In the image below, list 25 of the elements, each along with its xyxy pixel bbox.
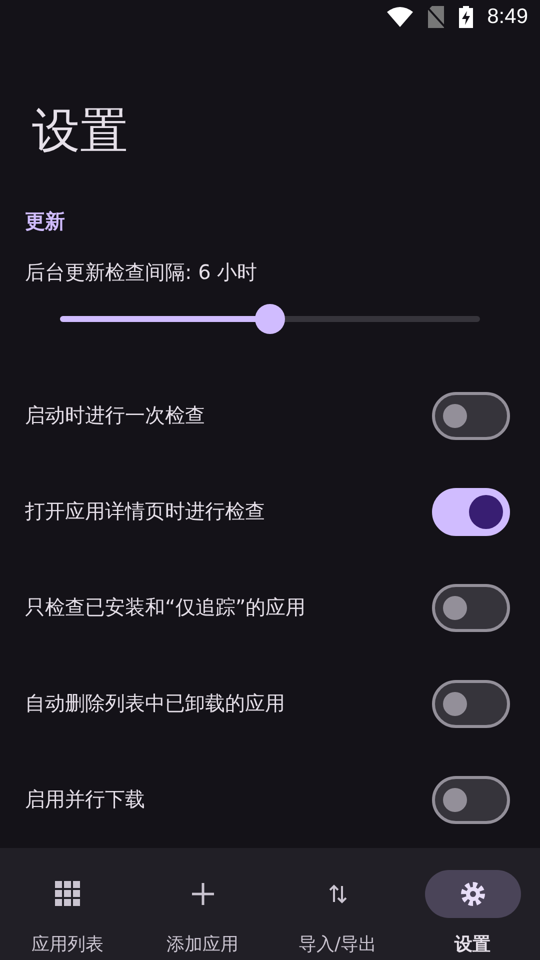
setting-label: 打开应用详情页时进行检查 <box>25 498 265 526</box>
add-icon <box>190 882 214 906</box>
clock: 8:49 <box>487 4 528 29</box>
grid-icon <box>54 880 80 907</box>
setting-label: 启动时进行一次检查 <box>25 402 205 430</box>
toggle-switch[interactable] <box>432 584 510 632</box>
slider-label: 后台更新检查间隔: 6 小时 <box>25 258 258 286</box>
slider-thumb[interactable] <box>255 304 285 334</box>
nav-tab[interactable]: 添加应用 <box>135 848 270 960</box>
nav-tab[interactable]: 导入/导出 <box>270 848 405 960</box>
toggle-switch[interactable] <box>432 488 510 536</box>
section-header: 更新 <box>25 208 65 235</box>
setting-label: 只检查已安装和“仅追踪”的应用 <box>25 594 306 622</box>
battery-charging-icon <box>459 6 474 28</box>
toggle-switch[interactable] <box>432 776 510 824</box>
wifi-icon <box>387 6 414 27</box>
page-title: 设置 <box>32 102 128 161</box>
nav-tab[interactable]: 设置 <box>405 848 540 960</box>
toggle-switch[interactable] <box>432 680 510 728</box>
settings-icon <box>460 880 486 907</box>
setting-label: 启用并行下载 <box>25 786 145 814</box>
nav-tab[interactable]: 应用列表 <box>0 848 135 960</box>
toggle-switch[interactable] <box>432 392 510 440</box>
setting-label: 自动删除列表中已卸载的应用 <box>25 690 285 718</box>
no-sim-icon <box>427 6 446 28</box>
